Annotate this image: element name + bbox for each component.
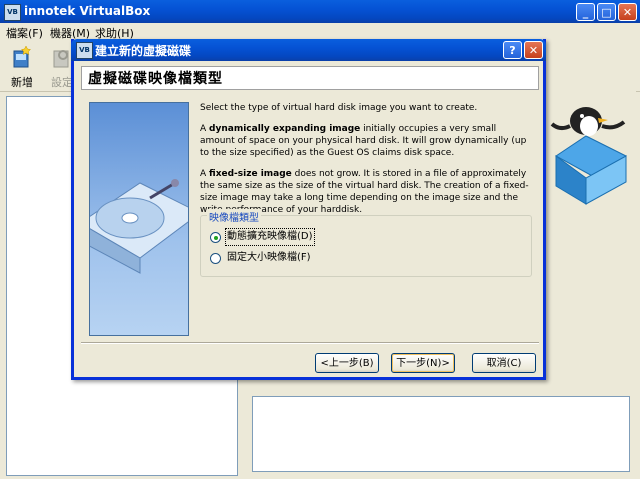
back-button[interactable]: <上一步(B) <box>315 353 379 373</box>
hard-disk-icon <box>90 179 188 274</box>
new-vm-button[interactable]: 新增 <box>4 45 40 90</box>
fixed-image-label: 固定大小映像檔(F) <box>227 252 311 263</box>
radio-selected-icon <box>210 232 221 243</box>
image-type-group: 映像檔類型 動態擴充映像檔(D) 固定大小映像檔(F) <box>200 209 532 277</box>
dynamic-description: A dynamically expanding image initially … <box>200 124 527 158</box>
cancel-button[interactable]: 取消(C) <box>472 353 536 373</box>
details-box <box>252 396 630 472</box>
dynamic-image-label: 動態擴充映像檔(D) <box>225 228 315 246</box>
vbox-app-icon: VB <box>76 42 93 59</box>
maximize-button[interactable]: □ <box>597 3 616 21</box>
wizard-description: Select the type of virtual hard disk ima… <box>200 102 530 225</box>
main-window-title: innotek VirtualBox <box>24 4 151 18</box>
next-button[interactable]: 下一步(N)> <box>391 353 455 373</box>
dialog-title: 建立新的虛擬磁碟 <box>95 44 192 58</box>
new-vm-label: 新增 <box>11 76 33 89</box>
hard-disk-illustration <box>89 102 189 336</box>
wizard-page-heading: 虛擬磁碟映像檔類型 <box>81 66 539 90</box>
dialog-titlebar[interactable]: VB 建立新的虛擬磁碟 ? ✕ <box>71 39 546 61</box>
vbox-app-icon: VB <box>4 4 21 21</box>
virtualbox-penguin-logo <box>550 107 627 205</box>
help-button[interactable]: ? <box>503 41 522 59</box>
close-button[interactable]: ✕ <box>618 3 637 21</box>
image-type-group-title: 映像檔類型 <box>207 209 261 224</box>
intro-text: Select the type of virtual hard disk ima… <box>200 103 478 113</box>
dialog-close-button[interactable]: ✕ <box>524 41 543 59</box>
menu-file[interactable]: 檔案(F) <box>6 25 43 41</box>
main-titlebar[interactable]: VB innotek VirtualBox _ □ ✕ <box>0 0 640 23</box>
new-vm-icon <box>13 45 32 68</box>
minimize-button[interactable]: _ <box>576 3 595 21</box>
settings-icon <box>53 50 69 68</box>
new-disk-wizard-dialog: VB 建立新的虛擬磁碟 ? ✕ 虛擬磁碟映像檔類型 Select the typ… <box>71 39 546 380</box>
button-separator <box>81 342 539 344</box>
radio-unselected-icon <box>210 253 221 264</box>
